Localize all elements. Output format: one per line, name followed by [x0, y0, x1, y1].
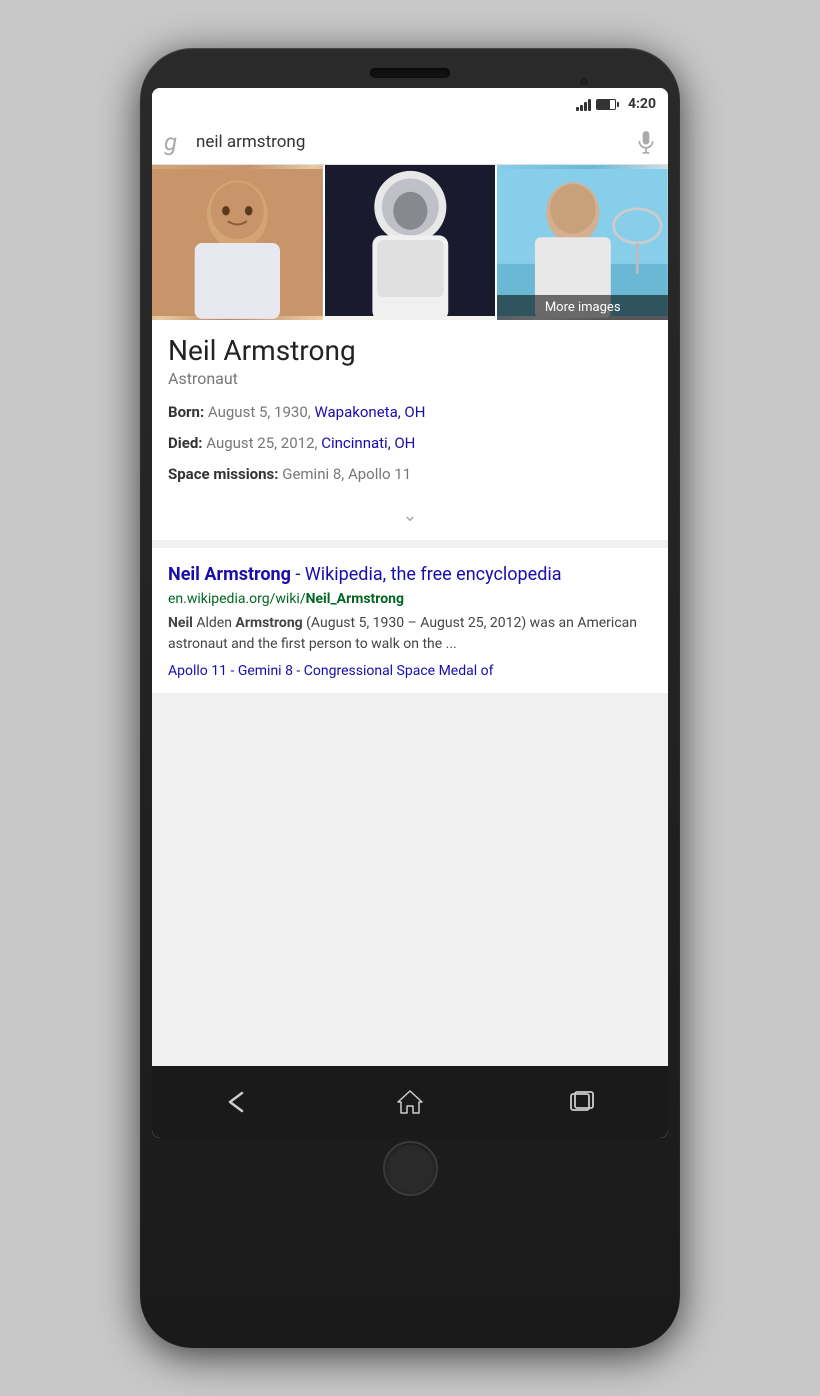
- result-title-rest: - Wikipedia, the free encyclopedia: [291, 564, 562, 585]
- phone-device: 4:20 g neil armstrong: [140, 48, 680, 1348]
- link-gemini8[interactable]: Gemini 8: [238, 663, 293, 679]
- result-title-bold: Neil Armstrong: [168, 564, 291, 585]
- died-label: Died:: [168, 434, 203, 452]
- search-bar[interactable]: g neil armstrong: [152, 120, 668, 165]
- search-result-wikipedia: Neil Armstrong - Wikipedia, the free enc…: [152, 548, 668, 693]
- person-image-3[interactable]: More images: [497, 165, 668, 320]
- status-bar: 4:20: [152, 88, 668, 120]
- result-snippet: Neil Alden Armstrong (August 5, 1930 – A…: [168, 613, 652, 655]
- mic-icon[interactable]: [636, 130, 656, 154]
- person-image-2[interactable]: [325, 165, 498, 320]
- result-links: Apollo 11 - Gemini 8 - Congressional Spa…: [168, 663, 652, 679]
- born-place-link[interactable]: Wapakoneta, OH: [314, 403, 425, 421]
- signal-icon: [576, 97, 591, 111]
- phone-screen: 4:20 g neil armstrong: [152, 88, 668, 1138]
- expand-arrow[interactable]: ⌄: [152, 495, 668, 540]
- phone-bottom: [152, 1138, 668, 1198]
- battery-icon: [596, 99, 619, 110]
- born-row: Born: August 5, 1930, Wapakoneta, OH: [168, 402, 652, 423]
- result-url-bold: Neil_Armstrong: [306, 591, 404, 607]
- person-name: Neil Armstrong: [168, 334, 652, 367]
- snippet-neil: Neil: [168, 615, 193, 631]
- link-congressional-medal[interactable]: Congressional Space Medal of: [304, 663, 494, 679]
- status-icons: 4:20: [576, 96, 656, 112]
- missions-row: Space missions: Gemini 8, Apollo 11: [168, 464, 652, 485]
- missions-label: Space missions:: [168, 465, 279, 483]
- person-image-1[interactable]: [152, 165, 325, 320]
- nav-back-button[interactable]: [213, 1082, 263, 1122]
- phone-camera: [578, 76, 590, 88]
- more-images-overlay[interactable]: More images: [497, 295, 668, 320]
- snippet-armstrong: Armstrong: [235, 615, 302, 631]
- search-query[interactable]: neil armstrong: [196, 132, 628, 152]
- nav-home-button[interactable]: [385, 1082, 435, 1122]
- died-date: August 25, 2012,: [206, 434, 317, 452]
- born-label: Born:: [168, 403, 204, 421]
- born-date: August 5, 1930,: [208, 403, 311, 421]
- images-row: More images: [152, 165, 668, 320]
- knowledge-card: More images Neil Armstrong Astronaut Bor…: [152, 165, 668, 540]
- result-title-link[interactable]: Neil Armstrong - Wikipedia, the free enc…: [168, 562, 652, 587]
- home-button[interactable]: [383, 1141, 438, 1196]
- nav-recent-button[interactable]: [557, 1082, 607, 1122]
- status-time: 4:20: [628, 96, 656, 112]
- bottom-nav: [152, 1066, 668, 1138]
- google-logo: g: [164, 128, 188, 156]
- died-row: Died: August 25, 2012, Cincinnati, OH: [168, 433, 652, 454]
- result-url-plain: en.wikipedia.org/wiki/: [168, 591, 306, 607]
- result-url: en.wikipedia.org/wiki/Neil_Armstrong: [168, 591, 652, 607]
- scroll-content: More images Neil Armstrong Astronaut Bor…: [152, 165, 668, 1066]
- died-place-link[interactable]: Cincinnati, OH: [321, 434, 415, 452]
- person-title: Astronaut: [168, 369, 652, 388]
- link-apollo11[interactable]: Apollo 11: [168, 663, 227, 679]
- phone-speaker: [370, 68, 450, 78]
- missions-value: Gemini 8, Apollo 11: [282, 465, 411, 483]
- person-info: Neil Armstrong Astronaut Born: August 5,…: [152, 320, 668, 485]
